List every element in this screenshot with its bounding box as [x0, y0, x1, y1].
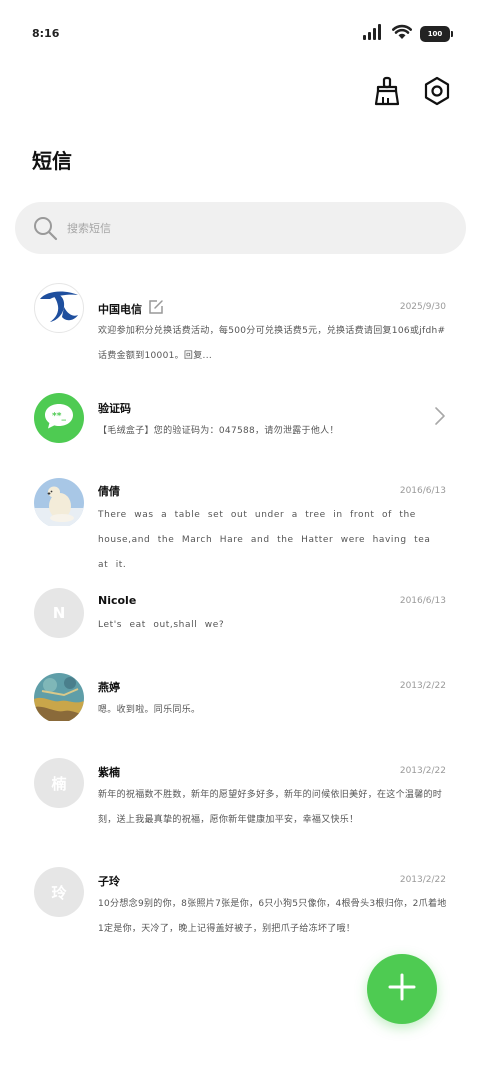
conversation-row[interactable]: 中国电信 2025/9/30 欢迎参加积分兑换话费活动，每500分可兑换话费5元… — [0, 280, 480, 375]
signal-icon — [362, 24, 384, 44]
message-date: 2013/2/22 — [399, 681, 446, 691]
conversation-row[interactable]: N Nicole 2016/6/13 Let's eat out,shall w… — [0, 588, 480, 648]
search-bar[interactable] — [15, 202, 466, 254]
message-preview: 欢迎参加积分兑换话费活动，每500分可兑换话费5元，兑换话费请回复106或jfd… — [98, 326, 446, 361]
contact-name: 燕婷 — [98, 681, 120, 694]
contact-name-text: 中国电信 — [98, 302, 142, 316]
status-bar: 8:16 100 — [0, 0, 480, 60]
china-telecom-logo-icon — [35, 284, 83, 332]
search-input[interactable] — [67, 202, 447, 254]
status-time: 8:16 — [32, 27, 60, 40]
settings-icon — [423, 76, 451, 110]
page-title: 短信 — [32, 149, 72, 173]
avatar: N — [34, 588, 84, 638]
contact-name: 子玲 — [98, 875, 120, 888]
search-icon — [32, 215, 58, 245]
settings-button[interactable] — [420, 76, 454, 110]
plus-icon — [387, 972, 417, 1006]
conversation-row[interactable]: **_ 验证码 【毛绒盒子】您的验证码为：047588，请勿泄露于他人！ — [0, 390, 480, 450]
sms-code-icon: **_ — [43, 402, 75, 434]
avatar — [34, 283, 84, 333]
message-preview: 嗯。收到啦。同乐同乐。 — [98, 705, 201, 715]
edit-icon — [148, 299, 164, 318]
message-date: 2016/6/13 — [399, 596, 446, 606]
message-date: 2025/9/30 — [399, 302, 446, 312]
avatar — [34, 673, 84, 723]
painting-photo-icon — [34, 673, 84, 723]
contact-name: 验证码 — [98, 402, 131, 415]
message-preview: Let's eat out,shall we? — [98, 620, 225, 630]
polar-bear-photo-icon — [34, 478, 84, 528]
message-preview: 10分想念9别的你，8张照片7张是你，6只小狗5只像你，4根骨头3根归你，2爪着… — [98, 899, 447, 934]
broom-icon — [373, 76, 401, 110]
status-icons: 100 — [362, 24, 453, 44]
message-preview: 【毛绒盒子】您的验证码为：047588，请勿泄露于他人！ — [98, 426, 339, 436]
avatar: 楠 — [34, 758, 84, 808]
battery-icon: 100 — [420, 26, 453, 42]
svg-text:**_: **_ — [52, 412, 66, 422]
message-preview: There was a table set out under a tree i… — [98, 510, 431, 570]
message-date: 2013/2/22 — [399, 766, 446, 776]
contact-name: 紫楠 — [98, 766, 120, 779]
conversation-row[interactable]: 楠 紫楠 2013/2/22 新年的祝福数不胜数，新年的愿望好多好多，新年的问候… — [0, 758, 480, 848]
avatar: 玲 — [34, 867, 84, 917]
contact-name: Nicole — [98, 594, 137, 607]
toolbar — [370, 76, 454, 110]
chevron-right-icon[interactable] — [434, 406, 446, 430]
clean-button[interactable] — [370, 76, 404, 110]
avatar — [34, 478, 84, 528]
message-preview: 新年的祝福数不胜数，新年的愿望好多好多，新年的问候依旧美好，在这个温馨的时刻，送… — [98, 790, 443, 825]
wifi-icon — [392, 24, 412, 44]
message-date: 2013/2/22 — [399, 875, 446, 885]
new-message-button[interactable] — [367, 954, 437, 1024]
conversation-row[interactable]: 玲 子玲 2013/2/22 10分想念9别的你，8张照片7张是你，6只小狗5只… — [0, 867, 480, 957]
message-date: 2016/6/13 — [399, 486, 446, 496]
contact-name: 中国电信 — [98, 299, 164, 318]
conversation-row[interactable]: 倩倩 2016/6/13 There was a table set out u… — [0, 478, 480, 570]
conversation-row[interactable]: 燕婷 2013/2/22 嗯。收到啦。同乐同乐。 — [0, 673, 480, 733]
avatar: **_ — [34, 393, 84, 443]
contact-name: 倩倩 — [98, 485, 120, 498]
